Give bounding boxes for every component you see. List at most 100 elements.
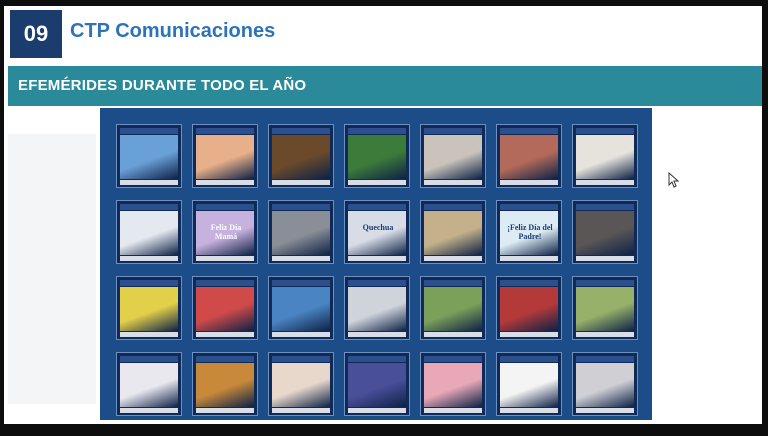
ephemeris-tile-people [420, 124, 486, 188]
tile-header-strip [272, 204, 330, 210]
tile-header-strip [576, 280, 634, 286]
tile-caption-bar [500, 180, 558, 185]
ephemeris-tile-machu-picchu [420, 276, 486, 340]
tile-image [576, 287, 634, 331]
ephemeris-tile-kids [268, 276, 334, 340]
tile-header-strip [500, 204, 558, 210]
tile-image [120, 135, 178, 179]
tile-header-strip [500, 280, 558, 286]
tile-image [196, 363, 254, 407]
tile-header-strip [196, 204, 254, 210]
tile-caption-bar [576, 332, 634, 337]
tile-header-strip [500, 128, 558, 134]
tile-text: Feliz Día Mamá [210, 223, 242, 241]
tile-caption-bar [348, 332, 406, 337]
ephemeris-tile-station [268, 200, 334, 264]
ephemeris-tile-feliz-dia-padre: ¡Feliz Día del Padre! [496, 200, 562, 264]
tile-caption-bar [272, 256, 330, 261]
ephemeris-tile-stop-woman [572, 352, 638, 416]
tile-caption-bar [196, 256, 254, 261]
tile-caption-bar [500, 332, 558, 337]
tile-header-strip [576, 356, 634, 362]
tile-image [500, 135, 558, 179]
mouse-pointer-icon [668, 172, 680, 188]
tile-caption-bar [120, 408, 178, 413]
tile-caption-bar [348, 408, 406, 413]
tile-caption-bar [424, 256, 482, 261]
tile-image [272, 211, 330, 255]
tile-caption-bar [196, 332, 254, 337]
tile-caption-bar [120, 256, 178, 261]
tile-caption-bar [272, 332, 330, 337]
tile-image [576, 363, 634, 407]
tile-caption-bar [500, 256, 558, 261]
tile-image [196, 135, 254, 179]
ephemeris-tile-teacher [344, 276, 410, 340]
ephemeris-tile-map [116, 276, 182, 340]
tile-image [348, 287, 406, 331]
tile-image [500, 287, 558, 331]
window-bottom-bar [0, 424, 768, 436]
ephemeris-tile-crowd [496, 124, 562, 188]
tile-header-strip [576, 204, 634, 210]
tile-header-strip [348, 128, 406, 134]
tile-caption-bar [500, 408, 558, 413]
tile-image [424, 135, 482, 179]
ephemeris-tile-feliz-dia-mama: Feliz Día Mamá [192, 200, 258, 264]
slide-title: CTP Comunicaciones [70, 20, 276, 42]
tile-header-strip [424, 128, 482, 134]
tile-header-strip [576, 128, 634, 134]
tile-caption-bar [424, 408, 482, 413]
tile-image [576, 135, 634, 179]
tile-image [348, 135, 406, 179]
tile-caption-bar [120, 180, 178, 185]
ephemeris-tile-pushkin-portrait [420, 200, 486, 264]
tile-header-strip [120, 280, 178, 286]
tile-text: ¡Feliz Día del Padre! [507, 223, 553, 241]
tile-header-strip [424, 280, 482, 286]
tile-header-strip [424, 204, 482, 210]
tile-header-strip [120, 204, 178, 210]
ephemeris-tile-flags [116, 352, 182, 416]
ephemeris-tile-rainbow-girl [192, 276, 258, 340]
tile-caption-bar [348, 180, 406, 185]
tile-image [424, 211, 482, 255]
ephemeris-tile-ribbon-hands [420, 352, 486, 416]
tile-header-strip [348, 204, 406, 210]
tile-image [272, 287, 330, 331]
tile-header-strip [272, 280, 330, 286]
tile-image [120, 363, 178, 407]
tile-caption-bar [424, 180, 482, 185]
tile-header-strip [348, 356, 406, 362]
tile-header-strip [120, 356, 178, 362]
tile-image [272, 363, 330, 407]
section-heading: EFEMÉRIDES DURANTE TODO EL AÑO [18, 77, 307, 94]
tile-caption-bar [196, 180, 254, 185]
tile-header-strip [272, 356, 330, 362]
ephemeris-tile-sign-language [268, 352, 334, 416]
ephemeris-tile-fence [572, 200, 638, 264]
tile-header-strip [196, 356, 254, 362]
tile-caption-bar [272, 408, 330, 413]
tile-header-strip [196, 280, 254, 286]
tile-image [120, 211, 178, 255]
tile-image [348, 363, 406, 407]
tile-header-strip [196, 128, 254, 134]
tile-text: Quechua [362, 223, 394, 232]
ephemeris-tile-plant [344, 124, 410, 188]
ephemeris-tile-sitting-kids [572, 276, 638, 340]
tile-header-strip [424, 356, 482, 362]
tile-image [500, 363, 558, 407]
presentation-slide: 09 CTP Comunicaciones EFEMÉRIDES DURANTE… [4, 6, 762, 424]
ephemeris-tile-quechua-words: Quechua [344, 200, 410, 264]
ephemeris-tile-writing [496, 352, 562, 416]
ephemeris-tile-infographic [344, 352, 410, 416]
ephemeris-tile-calligraphy [572, 124, 638, 188]
tile-header-strip [272, 128, 330, 134]
ephemeris-tile-andean-people [496, 276, 562, 340]
tile-image [576, 211, 634, 255]
tile-header-strip [500, 356, 558, 362]
tile-header-strip [120, 128, 178, 134]
section-bar: EFEMÉRIDES DURANTE TODO EL AÑO [8, 66, 762, 106]
ephemeris-tile-hands-heart [192, 124, 258, 188]
